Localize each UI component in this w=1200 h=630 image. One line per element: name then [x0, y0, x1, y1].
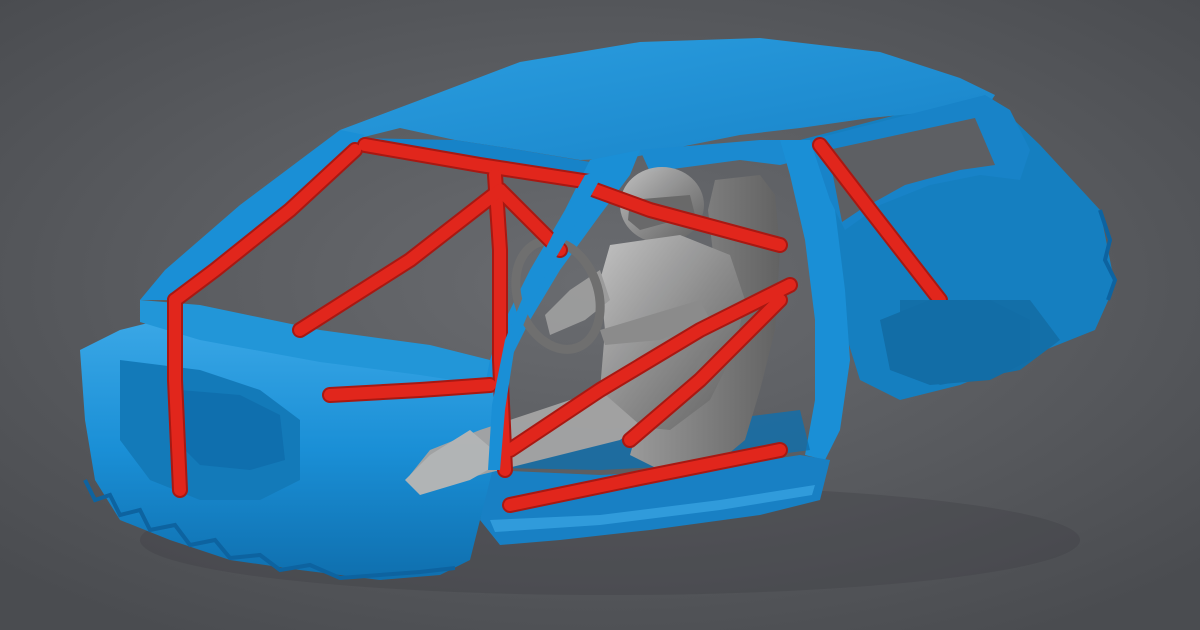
cage-diagonal-front — [294, 184, 506, 336]
cage-front-leg — [169, 294, 186, 496]
3d-viewport[interactable] — [0, 0, 1200, 630]
a-pillar-left — [140, 130, 365, 300]
cage-a-pillar-bar — [169, 144, 361, 306]
car-scan-render — [80, 38, 1118, 595]
